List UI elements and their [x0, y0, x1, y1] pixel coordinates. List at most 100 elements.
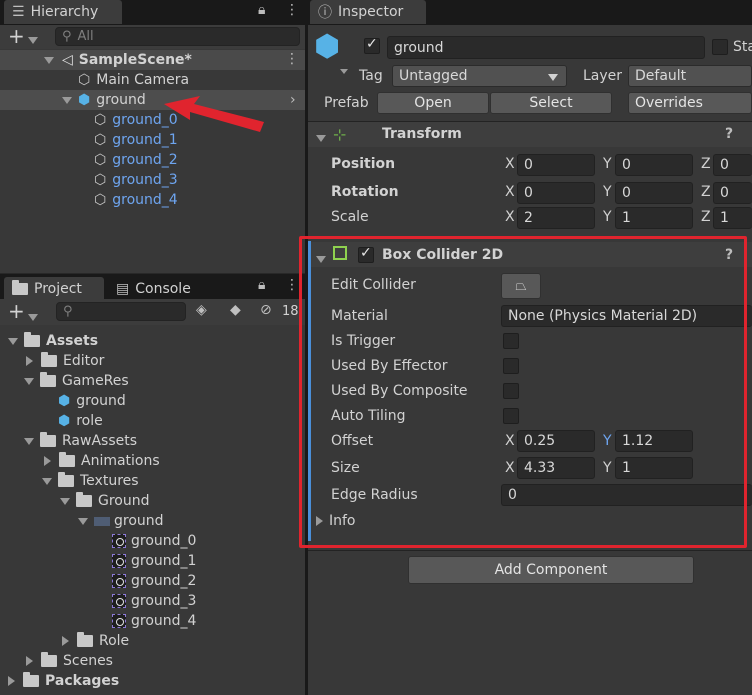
- lock-icon[interactable]: 🔒︎: [258, 277, 265, 293]
- scale-z-field[interactable]: 1: [713, 207, 752, 229]
- child-label: ground_2: [112, 152, 178, 168]
- tree-sprite[interactable]: ground_3: [112, 591, 196, 611]
- transform-title: Transform: [382, 126, 462, 142]
- scale-y-field[interactable]: 1: [615, 207, 693, 229]
- highlight-box: [299, 236, 747, 548]
- tree-textures[interactable]: Textures: [42, 471, 139, 491]
- label-tag-icon[interactable]: ◆: [230, 302, 241, 318]
- hierarchy-child[interactable]: ⬡ ground_4: [94, 190, 178, 210]
- object-name-field[interactable]: ground: [387, 36, 705, 59]
- tree-prefab-role[interactable]: ⬢ role: [58, 411, 103, 431]
- tree-assets[interactable]: Assets: [8, 331, 98, 351]
- tab-inspector[interactable]: ⓘ Inspector: [310, 0, 426, 24]
- sprite-icon: [112, 614, 126, 628]
- tree-label: GameRes: [62, 373, 129, 389]
- add-plus-icon[interactable]: +: [8, 299, 25, 323]
- rotation-y-field[interactable]: 0: [615, 182, 693, 204]
- tab-project[interactable]: Project: [4, 277, 104, 301]
- chevron-right-icon[interactable]: ›: [290, 92, 296, 108]
- tree-role-folder[interactable]: Role: [62, 631, 129, 651]
- chevron-down-icon[interactable]: [28, 309, 38, 325]
- tag-label: Tag: [359, 68, 383, 84]
- folder-icon: [23, 672, 39, 687]
- filter-by-type-icon[interactable]: ◈: [196, 302, 207, 318]
- position-x-field[interactable]: 0: [517, 154, 595, 176]
- scene-row[interactable]: ◁ SampleScene*: [44, 50, 192, 70]
- tree-label: ground_0: [131, 533, 197, 549]
- fold-arrow-icon[interactable]: [24, 437, 34, 445]
- tree-ground-folder[interactable]: Ground: [60, 491, 150, 511]
- scale-x-field[interactable]: 2: [517, 207, 595, 229]
- prefab-open-button[interactable]: Open: [377, 92, 489, 114]
- fold-arrow-icon[interactable]: [26, 656, 33, 666]
- tree-sprite[interactable]: ground_1: [112, 551, 196, 571]
- tree-prefab-ground[interactable]: ⬢ ground: [58, 391, 126, 411]
- rotation-z-field[interactable]: 0: [713, 182, 752, 204]
- tree-label: Animations: [81, 453, 160, 469]
- prefab-overrides-dropdown[interactable]: Overrides: [628, 92, 752, 114]
- active-checkbox[interactable]: [364, 36, 380, 54]
- fold-arrow-icon[interactable]: [44, 56, 54, 64]
- tree-sprite[interactable]: ground_4: [112, 611, 196, 631]
- tag-dropdown[interactable]: Untagged: [392, 65, 567, 87]
- lock-icon[interactable]: 🔒︎: [258, 2, 265, 18]
- tree-label: Role: [99, 633, 130, 649]
- tree-scenes[interactable]: Scenes: [26, 651, 113, 671]
- transform-header[interactable]: [308, 122, 752, 147]
- rotation-x-field[interactable]: 0: [517, 182, 595, 204]
- fold-arrow-icon[interactable]: [24, 377, 34, 385]
- fold-arrow-icon[interactable]: [8, 337, 18, 345]
- fold-arrow-icon[interactable]: [62, 96, 72, 104]
- folder-icon: [41, 352, 57, 367]
- project-search-input[interactable]: ⚲: [56, 302, 186, 321]
- fold-arrow-icon[interactable]: [42, 477, 52, 485]
- tree-sprite[interactable]: ground_0: [112, 531, 196, 551]
- position-y-field[interactable]: 0: [615, 154, 693, 176]
- tree-sprite[interactable]: ground_2: [112, 571, 196, 591]
- prefab-select-button[interactable]: Select: [490, 92, 612, 114]
- fold-arrow-icon[interactable]: [8, 676, 15, 686]
- hierarchy-search-input[interactable]: ⚲ All: [55, 27, 300, 46]
- hidden-packages-icon[interactable]: ⊘: [260, 302, 272, 318]
- tree-packages[interactable]: Packages: [8, 671, 119, 691]
- tree-rawassets[interactable]: RawAssets: [24, 431, 137, 451]
- add-plus-icon[interactable]: +: [8, 24, 25, 48]
- child-label: ground_4: [112, 192, 178, 208]
- hierarchy-item-label: Main Camera: [96, 72, 190, 88]
- help-icon[interactable]: ?: [725, 126, 733, 142]
- tree-gameres[interactable]: GameRes: [24, 371, 129, 391]
- fold-arrow-icon[interactable]: [60, 497, 70, 505]
- axis-z-label: Z: [701, 209, 711, 225]
- chevron-down-icon[interactable]: [28, 32, 38, 48]
- fold-arrow-icon[interactable]: [78, 517, 88, 525]
- transform-axes-icon: ⊹: [333, 125, 347, 144]
- tree-animations[interactable]: Animations: [44, 451, 160, 471]
- fold-arrow-icon[interactable]: [44, 456, 51, 466]
- console-icon: ▤: [116, 281, 130, 297]
- more-menu-icon[interactable]: ⋮: [285, 277, 299, 293]
- chevron-down-icon[interactable]: [340, 62, 348, 78]
- scene-more-icon[interactable]: ⋮: [285, 51, 299, 67]
- tree-editor[interactable]: Editor: [26, 351, 104, 371]
- add-component-button[interactable]: Add Component: [408, 556, 694, 584]
- select-label: Select: [529, 95, 573, 111]
- tree-ground-texture[interactable]: ground: [78, 511, 164, 531]
- static-checkbox[interactable]: [712, 39, 728, 55]
- position-z-field[interactable]: 0: [713, 154, 752, 176]
- fold-arrow-icon[interactable]: [26, 356, 33, 366]
- value: 0: [622, 185, 631, 201]
- hierarchy-child[interactable]: ⬡ ground_3: [94, 170, 178, 190]
- fold-arrow-icon[interactable]: [316, 130, 326, 146]
- layer-label: Layer: [583, 68, 623, 84]
- value: 0: [524, 157, 533, 173]
- tab-console[interactable]: ▤ Console: [108, 277, 208, 301]
- gameobject-cube-icon: ⬡: [94, 152, 107, 168]
- fold-arrow-icon[interactable]: [62, 636, 69, 646]
- tab-hierarchy[interactable]: ☰ Hierarchy: [4, 0, 122, 24]
- folder-icon: [58, 472, 74, 487]
- hierarchy-item-ground[interactable]: ⬢ ground: [62, 90, 146, 110]
- layer-dropdown[interactable]: Default: [628, 65, 752, 87]
- hierarchy-item-main-camera[interactable]: ⬡ Main Camera: [78, 70, 189, 90]
- more-menu-icon[interactable]: ⋮: [285, 2, 299, 18]
- hierarchy-child[interactable]: ⬡ ground_2: [94, 150, 178, 170]
